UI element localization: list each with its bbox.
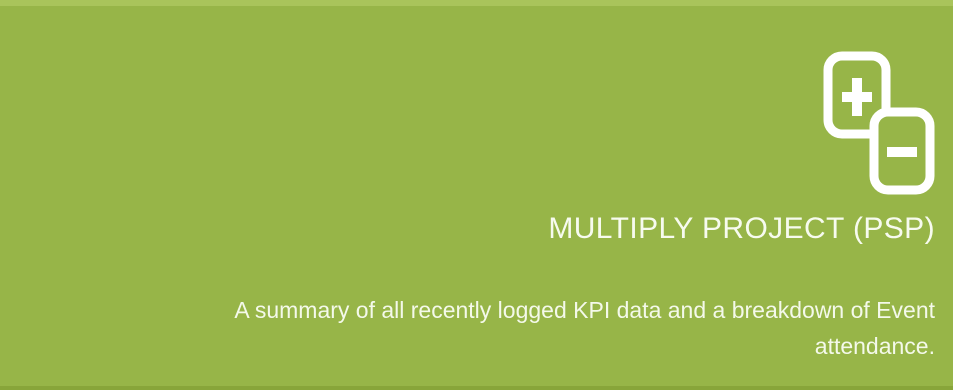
card-description: A summary of all recently logged KPI dat… [234,297,935,359]
plus-minus-squares-icon [822,50,936,196]
card-title: MULTIPLY PROJECT (PSP) [548,212,935,245]
project-card: MULTIPLY PROJECT (PSP) A summary of all … [0,0,953,390]
